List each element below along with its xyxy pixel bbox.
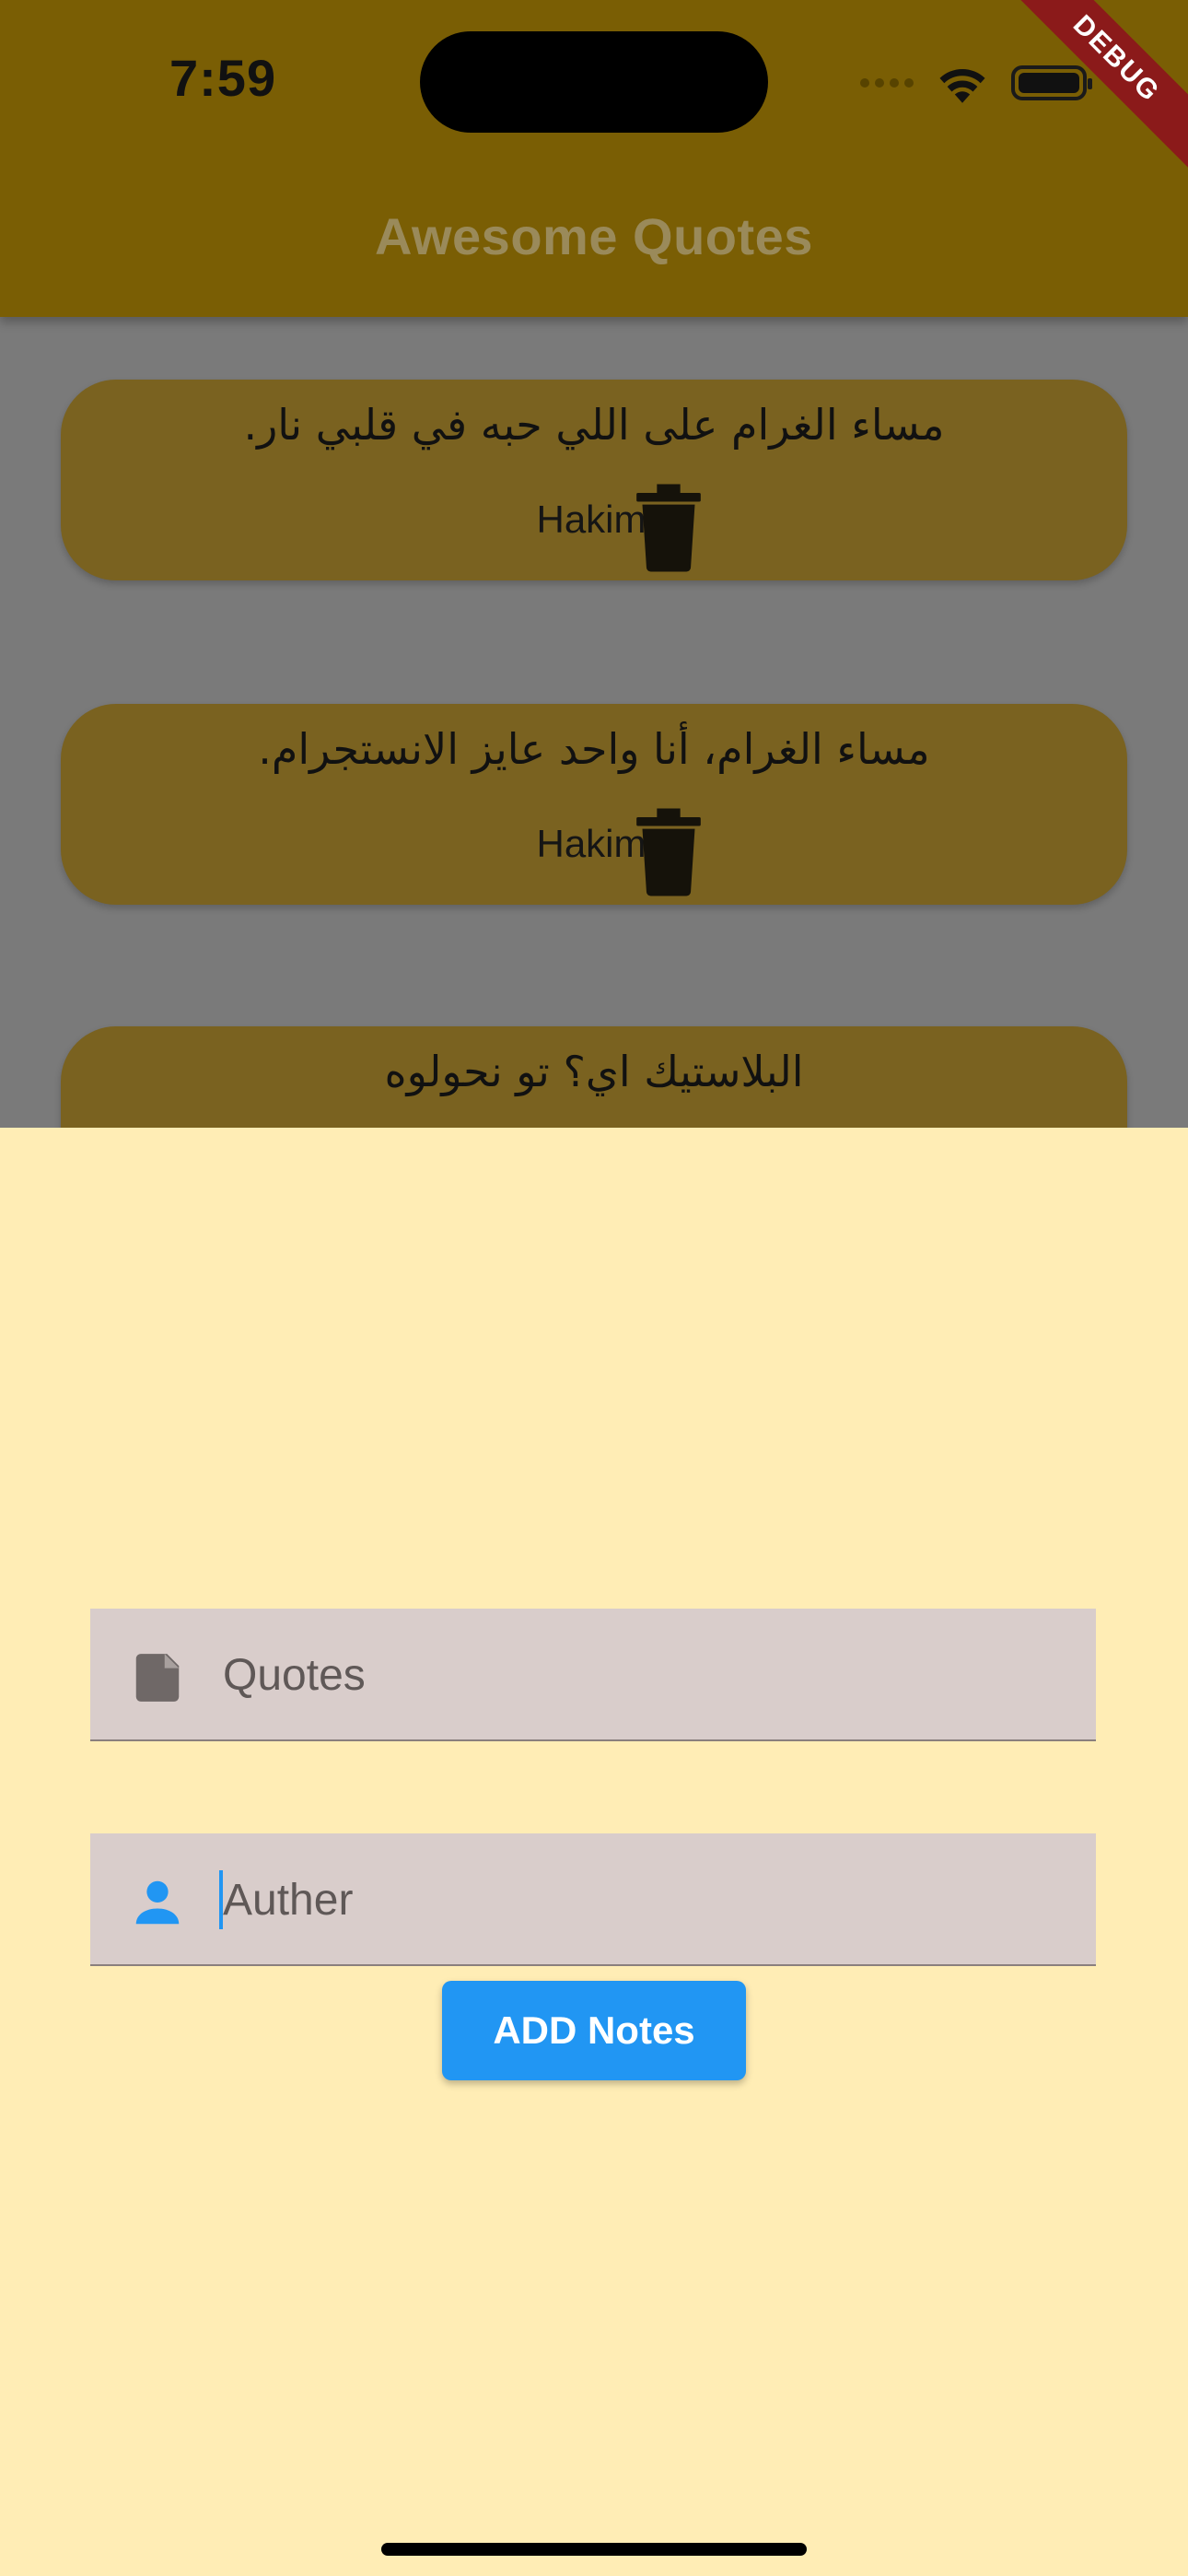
- trash-icon[interactable]: [634, 483, 704, 573]
- wifi-icon: [939, 68, 985, 103]
- battery-icon: [1011, 65, 1092, 100]
- quote-text: مساء الغرام على اللي حبه في قلبي نار.: [243, 400, 945, 450]
- quote-card: مساء الغرام على اللي حبه في قلبي نار. Ha…: [61, 380, 1127, 580]
- app-bar: 7:59 Awesome Quotes: [0, 0, 1188, 317]
- home-indicator[interactable]: [381, 2543, 807, 2556]
- quote-field[interactable]: [90, 1609, 1096, 1741]
- quote-text: مساء الغرام، أنا واحد عايز الانستجرام.: [258, 724, 930, 774]
- add-quote-sheet: ADD Notes: [0, 1128, 1188, 2576]
- quote-card: مساء الغرام، أنا واحد عايز الانستجرام. H…: [61, 704, 1127, 905]
- signal-dots-icon: [860, 78, 914, 88]
- person-icon: [129, 1874, 186, 1931]
- app-title: Awesome Quotes: [375, 207, 813, 265]
- quotes-list: مساء الغرام على اللي حبه في قلبي نار. Ha…: [0, 317, 1188, 1128]
- author-input[interactable]: [223, 1863, 1052, 1937]
- author-field[interactable]: [90, 1833, 1096, 1966]
- status-time: 7:59: [169, 49, 277, 107]
- note-icon: [129, 1649, 186, 1706]
- quote-input[interactable]: [223, 1638, 1052, 1712]
- quote-card: البلاستيك اي؟ تو نحولوه: [61, 1026, 1127, 1128]
- quote-text: البلاستيك اي؟ تو نحولوه: [384, 1047, 804, 1096]
- dynamic-island: [420, 31, 768, 133]
- text-cursor: [219, 1870, 223, 1929]
- add-notes-button[interactable]: ADD Notes: [442, 1981, 746, 2080]
- trash-icon[interactable]: [634, 807, 704, 897]
- status-icons: [860, 55, 1092, 111]
